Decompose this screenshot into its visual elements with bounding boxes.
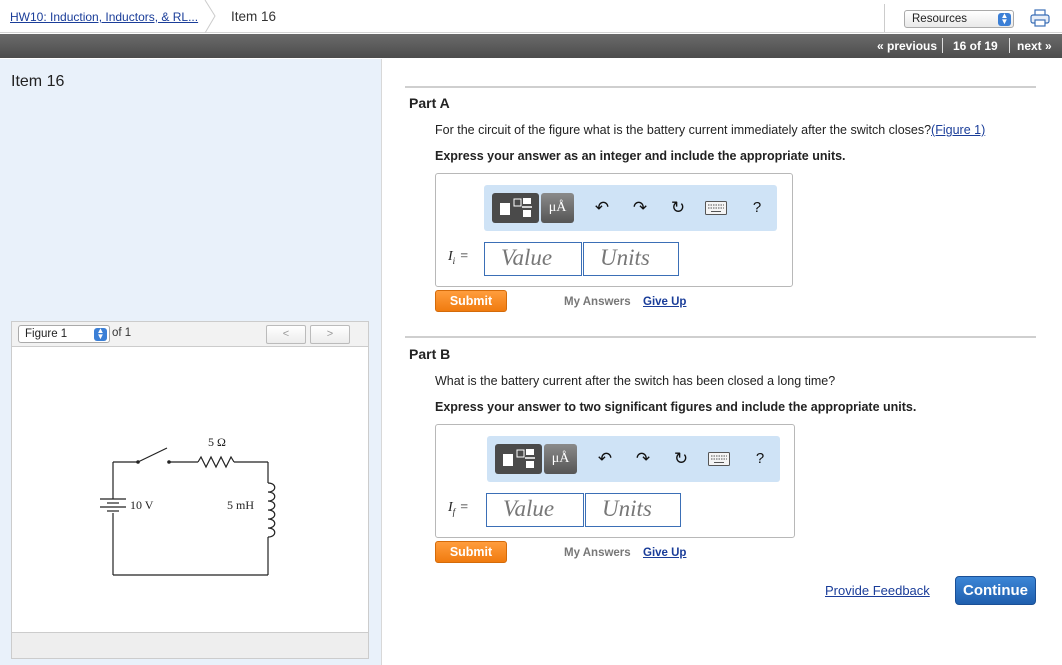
template-button[interactable] (495, 444, 542, 474)
variable-subscript: i (452, 255, 456, 266)
battery-label: 10 V (130, 498, 154, 512)
part-b-units-input[interactable]: Units (585, 493, 681, 527)
part-b-value-input[interactable]: Value (486, 493, 584, 527)
part-a-instructions: Express your answer as an integer and in… (435, 149, 846, 163)
figure-select-label: Figure 1 (25, 328, 68, 340)
resources-select[interactable]: Resources ▲ ▼ (904, 10, 1014, 28)
select-arrow-icon: ▲ ▼ (998, 12, 1011, 26)
inductor-label: 5 mH (227, 498, 254, 512)
equals-sign: = (460, 500, 469, 515)
part-b-variable-label: If = (448, 500, 468, 517)
part-a-question: For the circuit of the figure what is th… (435, 123, 985, 137)
divider (1009, 38, 1010, 53)
part-a-variable-label: Ii = (448, 249, 468, 266)
part-a-question-text: For the circuit of the figure what is th… (435, 123, 932, 137)
redo-icon[interactable]: ↷ (628, 195, 652, 221)
part-a-units-input[interactable]: Units (583, 242, 679, 276)
reset-icon[interactable]: ↻ (669, 446, 693, 472)
divider (405, 86, 1036, 88)
select-arrow-icon: ▲ ▼ (94, 327, 107, 341)
divider (405, 336, 1036, 338)
figure-toolbar: Figure 1 ▲ ▼ of 1 < > (11, 321, 369, 346)
resources-select-label: Resources (912, 13, 967, 25)
top-bar: HW10: Induction, Inductors, & RL... Item… (0, 0, 1062, 33)
figure-prev-button[interactable]: < (266, 325, 306, 344)
part-b-instructions: Express your answer to two significant f… (435, 400, 917, 414)
redo-icon[interactable]: ↷ (631, 446, 655, 472)
part-b-submit-button[interactable]: Submit (435, 541, 507, 563)
units-button[interactable]: μÅ (544, 444, 577, 474)
keyboard-icon[interactable] (708, 452, 730, 466)
template-icon (500, 198, 532, 217)
resistor-label: 5 Ω (208, 435, 226, 449)
item-nav-bar: « previous 16 of 19 next » (0, 34, 1062, 58)
part-a-answer-box: μÅ ↶ ↷ ↻ ? Ii = Value Units (435, 173, 793, 287)
reset-icon[interactable]: ↻ (666, 195, 690, 221)
figure-panel: 5 Ω 5 mH 10 V (11, 346, 369, 633)
provide-feedback-link[interactable]: Provide Feedback (825, 583, 930, 598)
help-icon[interactable]: ? (748, 446, 772, 472)
part-b-title: Part B (409, 346, 451, 362)
previous-link[interactable]: « previous (877, 39, 937, 53)
resistor-icon (197, 455, 235, 469)
figure-count: of 1 (112, 327, 132, 339)
next-link[interactable]: next » (1017, 39, 1052, 53)
undo-icon[interactable]: ↶ (593, 446, 617, 472)
figure-select[interactable]: Figure 1 ▲ ▼ (18, 325, 110, 343)
breadcrumb-item: Item 16 (231, 9, 277, 24)
undo-icon[interactable]: ↶ (590, 195, 614, 221)
part-b-my-answers[interactable]: My Answers (564, 547, 631, 559)
breadcrumb-assignment-link[interactable]: HW10: Induction, Inductors, & RL... (10, 10, 198, 24)
part-a-my-answers[interactable]: My Answers (564, 296, 631, 308)
variable-subscript: f (452, 506, 456, 517)
part-b-question: What is the battery current after the sw… (435, 374, 836, 388)
breadcrumb-separator-icon (204, 0, 216, 33)
figure-footer (11, 633, 369, 659)
keyboard-icon[interactable] (705, 201, 727, 215)
page-title: Item 16 (11, 73, 65, 90)
divider (942, 38, 943, 53)
math-toolbar: μÅ ↶ ↷ ↻ ? (487, 436, 780, 482)
part-a-give-up-link[interactable]: Give Up (643, 296, 686, 308)
printer-icon[interactable] (1030, 9, 1050, 27)
switch-icon (137, 447, 168, 463)
part-a-title: Part A (409, 95, 450, 111)
part-b-answer-box: μÅ ↶ ↷ ↻ ? If = Value Units (435, 424, 795, 538)
part-a-value-input[interactable]: Value (484, 242, 582, 276)
part-b-give-up-link[interactable]: Give Up (643, 547, 686, 559)
figure-1-link[interactable]: (Figure 1) (931, 123, 985, 137)
part-a-submit-button[interactable]: Submit (435, 290, 507, 312)
equals-sign: = (460, 249, 469, 264)
math-toolbar: μÅ ↶ ↷ ↻ ? (484, 185, 777, 231)
template-button[interactable] (492, 193, 539, 223)
units-button[interactable]: μÅ (541, 193, 574, 223)
continue-button[interactable]: Continue (955, 576, 1036, 605)
figure-next-button[interactable]: > (310, 325, 350, 344)
divider (884, 4, 885, 32)
battery-icon (100, 498, 126, 512)
left-panel: Item 16 Figure 1 ▲ ▼ of 1 < > 5 Ω 5 mH 1… (0, 59, 382, 665)
inductor-icon (267, 482, 276, 538)
help-icon[interactable]: ? (745, 195, 769, 221)
item-counter: 16 of 19 (953, 39, 998, 53)
template-icon (503, 449, 535, 468)
circuit-diagram: 5 Ω 5 mH 10 V (100, 435, 276, 576)
